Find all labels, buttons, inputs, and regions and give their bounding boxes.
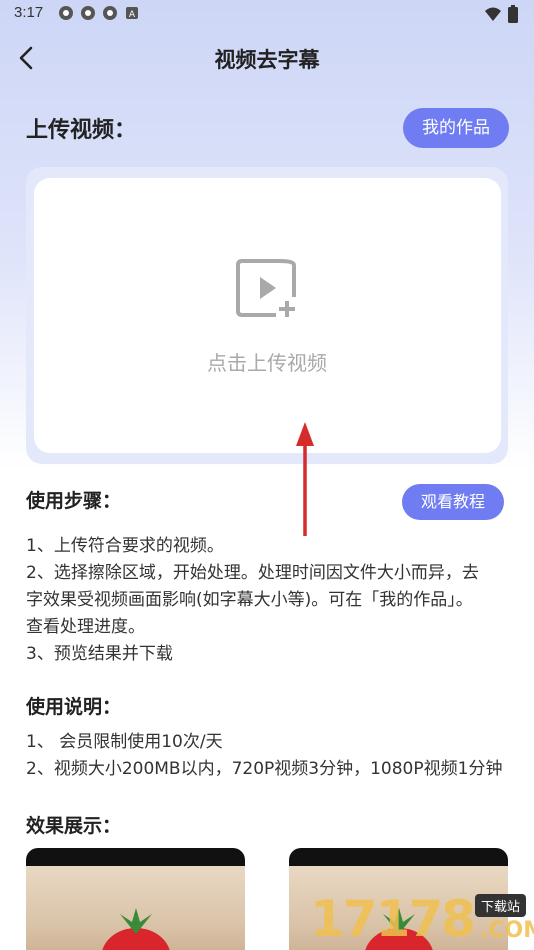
preview-image (26, 866, 245, 950)
status-time: 3:17 (14, 4, 44, 21)
pinwheel-icon (80, 5, 96, 21)
notes-list: 1、 会员限制使用10次/天 2、视频大小200MB以内，720P视频3分钟，1… (26, 729, 526, 783)
svg-text:A: A (129, 10, 136, 20)
annotation-arrow-icon (296, 422, 314, 536)
top-bar: 视频去字幕 (0, 36, 534, 80)
step-line: 1、上传符合要求的视频。 (26, 536, 224, 556)
status-right (484, 5, 518, 27)
pinwheel-icon (102, 5, 118, 21)
watermark-tag: 下载站 (475, 894, 527, 917)
effect-title: 效果展示： (26, 815, 122, 837)
status-bar: 3:17 A (0, 0, 534, 28)
notes-title: 使用说明： (26, 696, 122, 718)
watch-tutorial-button[interactable]: 观看教程 (402, 484, 504, 520)
site-watermark: 17178 下载站 .COM (310, 888, 534, 950)
step-line: 查看处理进度。 (26, 617, 145, 637)
video-add-icon (236, 257, 298, 319)
upload-prompt: 点击上传视频 (207, 351, 327, 375)
effect-preview-before[interactable] (26, 848, 245, 950)
battery-icon (508, 5, 518, 27)
page-title: 视频去字幕 (214, 48, 320, 72)
leaf-icon (120, 908, 152, 934)
note-line: 2、视频大小200MB以内，720P视频3分钟，1080P视频1分钟 (26, 759, 503, 779)
wifi-icon (484, 6, 502, 26)
note-line: 1、 会员限制使用10次/天 (26, 732, 223, 752)
step-line: 2、选择擦除区域，开始处理。处理时间因文件大小而异，去 (26, 563, 479, 583)
pinwheel-icon (58, 5, 74, 21)
step-line: 字效果受视频画面影响(如字幕大小等)。可在「我的作品」。 (26, 590, 473, 610)
my-works-button[interactable]: 我的作品 (403, 108, 509, 148)
watermark-domain: .COM (480, 918, 534, 943)
notification-icons: A (58, 5, 140, 21)
step-line: 3、预览结果并下载 (26, 644, 173, 664)
steps-list: 1、上传符合要求的视频。 2、选择擦除区域，开始处理。处理时间因文件大小而异，去… (26, 533, 516, 668)
app-a-icon: A (124, 5, 140, 21)
watermark-digits: 17178 (310, 890, 476, 948)
steps-title: 使用步骤： (26, 490, 122, 512)
upload-section-title: 上传视频： (26, 118, 137, 143)
